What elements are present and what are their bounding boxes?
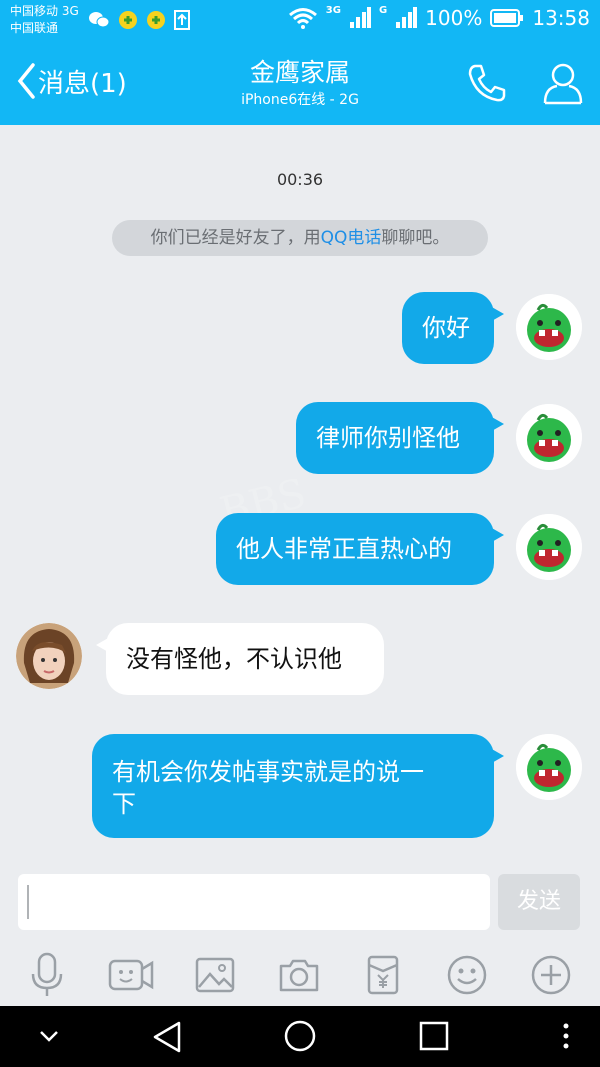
message-text: 他人非常正直热心的: [236, 535, 452, 563]
status-bar: 中国移动 3G 中国联通 3G G 100% 13:58: [0, 0, 600, 44]
emoji-button[interactable]: [442, 950, 492, 1000]
message-text-line-2: 下: [112, 790, 136, 818]
red-packet-button[interactable]: [358, 950, 408, 1000]
contact-avatar[interactable]: [16, 623, 82, 689]
video-button[interactable]: [106, 950, 156, 1000]
chevron-down-icon: [40, 1031, 58, 1042]
more-vertical-icon: [563, 1023, 569, 1049]
square-recents-icon: [419, 1021, 449, 1051]
signal-icon-2: [396, 7, 418, 28]
chat-title: 金鹰家属: [249, 58, 350, 87]
signal-icon: [349, 7, 371, 28]
circle-home-icon: [284, 1020, 316, 1052]
app-notification-icon-2: [147, 11, 165, 29]
message-text: 没有怪他，不认识他: [126, 645, 342, 673]
message-bubble-outgoing[interactable]: 有机会你发帖事实就是的说一 下: [92, 734, 504, 838]
image-button[interactable]: [190, 950, 240, 1000]
self-avatar[interactable]: [516, 404, 582, 470]
message-bubble-outgoing[interactable]: 律师你别怪他: [296, 402, 504, 474]
nav-menu-button[interactable]: [561, 1022, 571, 1054]
red-packet-icon: [367, 955, 399, 995]
system-status: 3G G 100% 13:58: [288, 4, 590, 30]
message-timestamp: 00:36: [276, 170, 324, 189]
chat-header: 消息(1) 金鹰家属 iPhone6在线 - 2G: [0, 44, 600, 125]
text-caret: [27, 885, 29, 919]
person-icon: [543, 63, 583, 105]
nav-home-button[interactable]: [283, 1019, 317, 1057]
message-text: 有机会你发帖事实就是的说一: [112, 758, 424, 786]
carrier-1: 中国移动 3G: [10, 4, 79, 18]
online-status: iPhone6在线 - 2G: [241, 92, 359, 108]
watermelon-avatar-icon: [516, 294, 582, 360]
emoji-icon: [447, 955, 487, 995]
system-message-suffix: 聊聊吧。: [381, 228, 450, 248]
chat-title-area: 金鹰家属 iPhone6在线 - 2G: [0, 58, 600, 110]
upload-icon: [174, 10, 190, 30]
contact-photo-icon: [16, 623, 82, 689]
qq-call-link[interactable]: QQ电话: [321, 228, 382, 248]
battery-icon: [490, 9, 524, 27]
self-avatar[interactable]: [516, 514, 582, 580]
phone-icon: [468, 64, 506, 102]
network-type-1: 3G: [325, 4, 341, 16]
nav-recents-button[interactable]: [418, 1020, 450, 1056]
self-avatar[interactable]: [516, 294, 582, 360]
plus-icon: [531, 955, 571, 995]
send-button[interactable]: 发送: [498, 874, 580, 930]
message-input[interactable]: [18, 874, 490, 930]
system-message: 你们已经是好友了，用QQ电话聊聊吧。: [112, 220, 488, 256]
camera-icon: [279, 959, 319, 992]
input-toolbar: [0, 942, 600, 1006]
profile-button[interactable]: [540, 60, 586, 110]
watermelon-avatar-icon: [516, 734, 582, 800]
call-button[interactable]: [466, 62, 508, 108]
watermelon-avatar-icon: [516, 404, 582, 470]
message-bubble-incoming[interactable]: 没有怪他，不认识他: [96, 623, 384, 695]
camera-button[interactable]: [274, 950, 324, 1000]
message-bubble-outgoing[interactable]: 你好: [402, 292, 504, 364]
carrier-2: 中国联通: [10, 21, 59, 35]
message-bubble-outgoing[interactable]: 他人非常正直热心的: [216, 513, 504, 585]
network-type-2: G: [378, 4, 388, 16]
notification-icons: [88, 10, 190, 30]
battery-percent: 100%: [425, 6, 483, 30]
watermelon-avatar-icon: [516, 514, 582, 580]
message-text: 你好: [422, 314, 470, 342]
app-notification-icon: [119, 11, 137, 29]
wifi-icon: [288, 8, 317, 29]
message-input-bar: 发送: [0, 860, 600, 942]
system-navigation-bar: [0, 1006, 600, 1067]
more-button[interactable]: [526, 950, 576, 1000]
message-text: 律师你别怪他: [316, 424, 460, 452]
microphone-icon: [31, 952, 63, 996]
self-avatar[interactable]: [516, 734, 582, 800]
wechat-icon: [89, 12, 110, 28]
clock: 13:58: [532, 6, 590, 30]
triangle-back-icon: [153, 1021, 181, 1053]
voice-button[interactable]: [22, 950, 72, 1000]
video-icon: [108, 959, 154, 991]
system-message-text: 你们已经是好友了，用: [150, 228, 321, 248]
nav-back-button[interactable]: [150, 1020, 184, 1058]
image-icon: [195, 957, 235, 993]
carrier-info: 中国移动 3G 中国联通: [10, 3, 79, 37]
hide-keyboard-button[interactable]: [38, 1028, 60, 1047]
